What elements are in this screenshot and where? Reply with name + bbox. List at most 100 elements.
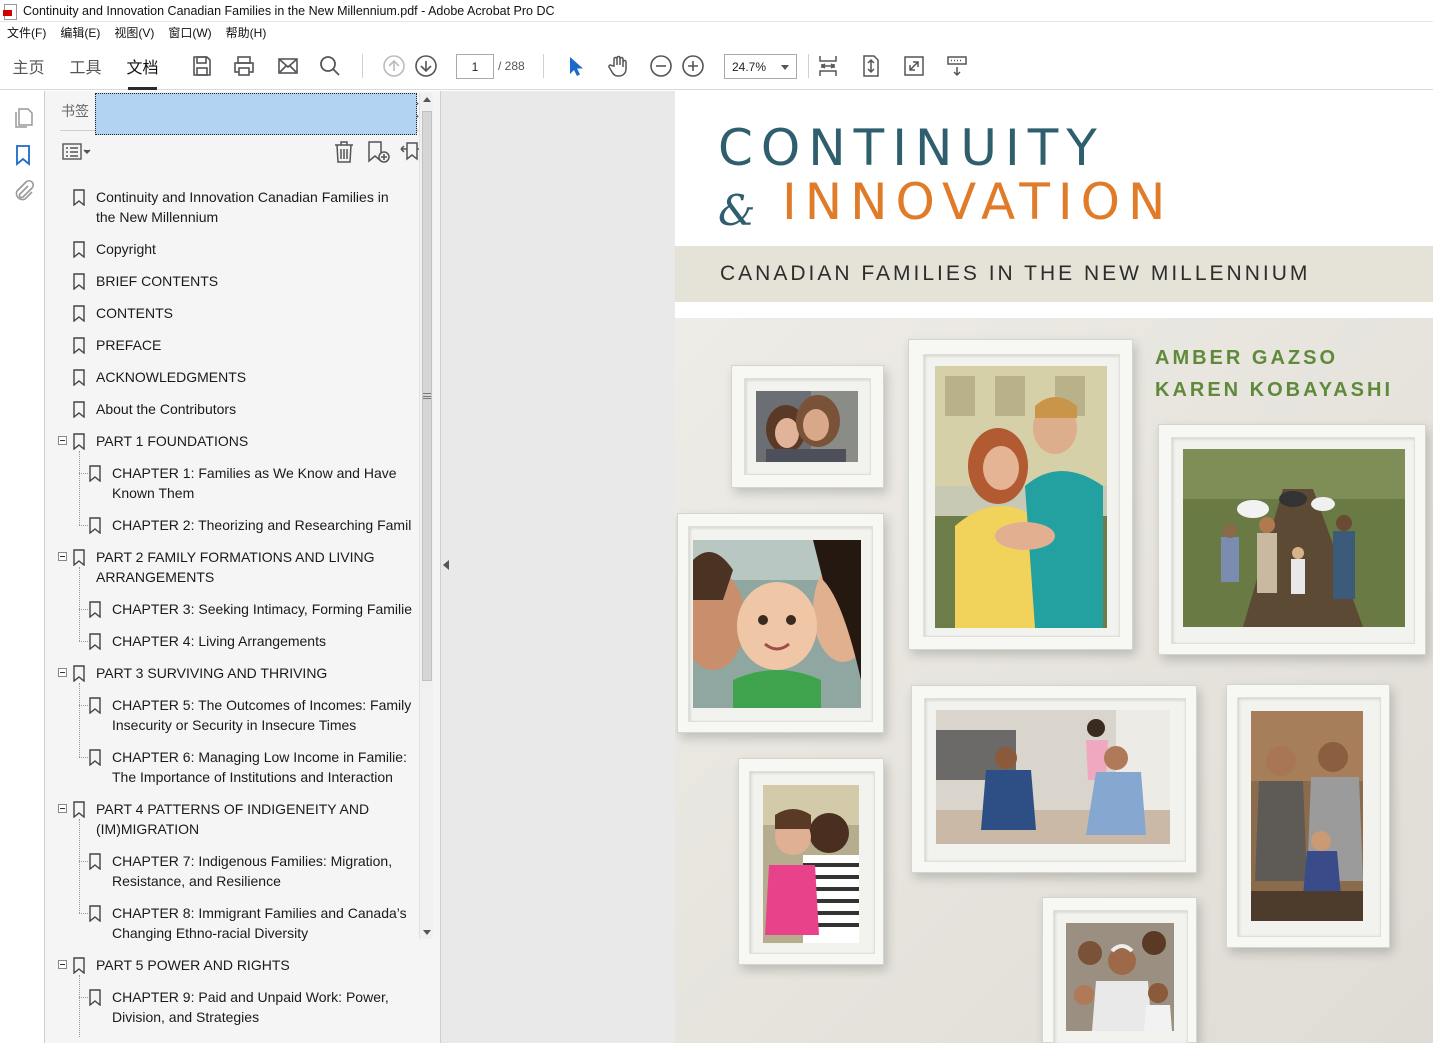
- bookmark-icon: [73, 665, 85, 683]
- scroll-down-icon[interactable]: [423, 930, 431, 935]
- photo-frame-living-room: [911, 685, 1197, 873]
- bookmark-label: PART 1 FOUNDATIONS: [96, 433, 249, 449]
- cover-author-2: KAREN KOBAYASHI: [1155, 379, 1394, 401]
- bookmark-item[interactable]: PART 3 SURVIVING AND THRIVING: [0, 663, 419, 683]
- cover-subtitle: CANADIAN FAMILIES IN THE NEW MILLENNIUM: [720, 262, 1311, 285]
- pdf-page[interactable]: CONTINUITY & INNOVATION CANADIAN FAMILIE…: [675, 91, 1433, 1043]
- more-tools-icon[interactable]: [944, 53, 970, 79]
- bookmark-icon: [89, 465, 101, 483]
- bookmark-label: CHAPTER 5: The Outcomes of Incomes: Fami…: [112, 697, 412, 733]
- photo-frame-baby: [677, 513, 884, 733]
- bookmark-label: CHAPTER 2: Theorizing and Researching Fa…: [112, 517, 412, 533]
- collapse-toggle-icon[interactable]: [58, 804, 67, 813]
- bookmark-label: About the Contributors: [96, 401, 237, 417]
- fit-page-icon[interactable]: [858, 53, 884, 79]
- bookmark-label: CHAPTER 9: Paid and Unpaid Work: Power, …: [112, 989, 389, 1025]
- photo-mother-daughter: [756, 391, 858, 462]
- photo-frame-grandparents: [1042, 897, 1197, 1043]
- bookmark-icon: [73, 241, 85, 259]
- bookmarks-scrollbar[interactable]: [419, 93, 433, 939]
- bookmark-icon: [73, 189, 85, 207]
- bookmark-label: CHAPTER 4: Living Arrangements: [112, 633, 326, 649]
- bookmark-item[interactable]: Copyright: [0, 239, 419, 259]
- bookmark-child-item[interactable]: CHAPTER 9: Paid and Unpaid Work: Power, …: [0, 987, 419, 1027]
- photo-frame-family-portrait: [1226, 684, 1390, 948]
- bookmark-item[interactable]: PREFACE: [0, 335, 419, 355]
- page-number-input[interactable]: 1: [456, 54, 494, 79]
- photo-indigenous-family: [1251, 711, 1363, 921]
- bookmark-label: Copyright: [96, 241, 156, 257]
- photo-baby-parents: [693, 540, 861, 708]
- bookmark-child-item[interactable]: CHAPTER 5: The Outcomes of Incomes: Fami…: [0, 695, 419, 735]
- bookmark-child-item[interactable]: CHAPTER 1: Families as We Know and Have …: [0, 463, 419, 503]
- zoom-level-select[interactable]: 24.7%: [724, 54, 797, 79]
- bookmark-icon: [89, 749, 101, 767]
- scroll-up-icon[interactable]: [423, 97, 431, 102]
- bookmark-item[interactable]: Continuity and Innovation Canadian Famil…: [0, 187, 419, 227]
- bookmark-label: CHAPTER 3: Seeking Intimacy, Forming Fam…: [112, 601, 413, 617]
- bookmark-label: CHAPTER 1: Families as We Know and Have …: [112, 465, 397, 501]
- bookmark-child-item[interactable]: CHAPTER 8: Immigrant Families and Canada…: [0, 903, 419, 943]
- collapse-toggle-icon[interactable]: [58, 668, 67, 677]
- cover-title-ampersand: &: [718, 186, 756, 235]
- bookmark-item[interactable]: CONTENTS: [0, 303, 419, 323]
- photo-frame-couple: [908, 339, 1133, 650]
- bookmark-icon: [89, 905, 101, 923]
- zoom-in-icon[interactable]: [680, 53, 706, 79]
- bookmark-child-item[interactable]: CHAPTER 3: Seeking Intimacy, Forming Fam…: [0, 599, 419, 619]
- select-cursor-icon[interactable]: [562, 53, 588, 79]
- bookmark-label: ACKNOWLEDGMENTS: [96, 369, 247, 385]
- bookmark-tree: Continuity and Innovation Canadian Famil…: [0, 0, 419, 1043]
- bookmark-icon: [89, 517, 101, 535]
- bookmark-child-item[interactable]: CHAPTER 7: Indigenous Families: Migratio…: [0, 851, 419, 891]
- bookmark-label: PART 3 SURVIVING AND THRIVING: [96, 665, 328, 681]
- bookmark-item[interactable]: PART 1 FOUNDATIONS: [0, 431, 419, 451]
- bookmark-item[interactable]: ACKNOWLEDGMENTS: [0, 367, 419, 387]
- bookmark-item[interactable]: PART 4 PATTERNS OF INDIGENEITY AND (IM)M…: [0, 799, 419, 839]
- bookmark-item[interactable]: BRIEF CONTENTS: [0, 271, 419, 291]
- bookmark-label: Continuity and Innovation Canadian Famil…: [96, 189, 389, 225]
- full-screen-icon[interactable]: [901, 53, 927, 79]
- photo-farm-family: [1183, 449, 1405, 627]
- bookmark-child-item[interactable]: CHAPTER 4: Living Arrangements: [0, 631, 419, 651]
- photo-frame-farm: [1158, 424, 1426, 655]
- photo-grandparents: [1066, 923, 1174, 1031]
- bookmark-label: CHAPTER 8: Immigrant Families and Canada…: [112, 905, 407, 941]
- bookmark-label: CONTENTS: [96, 305, 173, 321]
- chevron-down-icon: [781, 65, 789, 70]
- bookmark-icon: [73, 401, 85, 419]
- cover-author-1: AMBER GAZSO: [1155, 347, 1338, 369]
- bookmark-child-item[interactable]: CHAPTER 2: Theorizing and Researching Fa…: [0, 515, 419, 535]
- bookmark-label: CHAPTER 6: Managing Low Income in Famili…: [112, 749, 407, 785]
- photo-father-son-daughter: [936, 710, 1170, 844]
- zoom-out-icon[interactable]: [648, 53, 674, 79]
- zoom-level-value: 24.7%: [732, 59, 767, 74]
- collapse-toggle-icon[interactable]: [58, 436, 67, 445]
- collapse-toggle-icon[interactable]: [58, 960, 67, 969]
- bookmark-item[interactable]: PART 2 FAMILY FORMATIONS AND LIVING ARRA…: [0, 547, 419, 587]
- bookmark-icon: [89, 697, 101, 715]
- bookmark-item[interactable]: About the Contributors: [0, 399, 419, 419]
- photo-couple: [935, 366, 1107, 628]
- bookmark-label: PART 4 PATTERNS OF INDIGENEITY AND (IM)M…: [96, 801, 370, 837]
- fit-width-icon[interactable]: [815, 53, 841, 79]
- bookmark-icon: [73, 273, 85, 291]
- collapse-toggle-icon[interactable]: [58, 552, 67, 561]
- collapse-panel-icon[interactable]: [443, 560, 449, 570]
- photo-frame-father-daughter: [738, 758, 884, 965]
- bookmark-label: PART 5 POWER AND RIGHTS: [96, 957, 290, 973]
- bookmark-icon: [73, 305, 85, 323]
- cover-title-line1: CONTINUITY: [718, 119, 1105, 177]
- cover-title-line2: INNOVATION: [782, 173, 1174, 231]
- bookmark-item[interactable]: PART 5 POWER AND RIGHTS: [0, 955, 419, 975]
- hand-tool-icon[interactable]: [605, 53, 631, 79]
- bookmark-label: CHAPTER 7: Indigenous Families: Migratio…: [112, 853, 393, 889]
- bookmark-icon: [73, 549, 85, 567]
- bookmark-icon: [73, 337, 85, 355]
- bookmark-label: BRIEF CONTENTS: [96, 273, 219, 289]
- bookmark-icon: [73, 957, 85, 975]
- bookmark-icon: [89, 601, 101, 619]
- bookmark-child-item[interactable]: CHAPTER 6: Managing Low Income in Famili…: [0, 747, 419, 787]
- bookmark-label: PREFACE: [96, 337, 162, 353]
- bookmark-icon: [73, 801, 85, 819]
